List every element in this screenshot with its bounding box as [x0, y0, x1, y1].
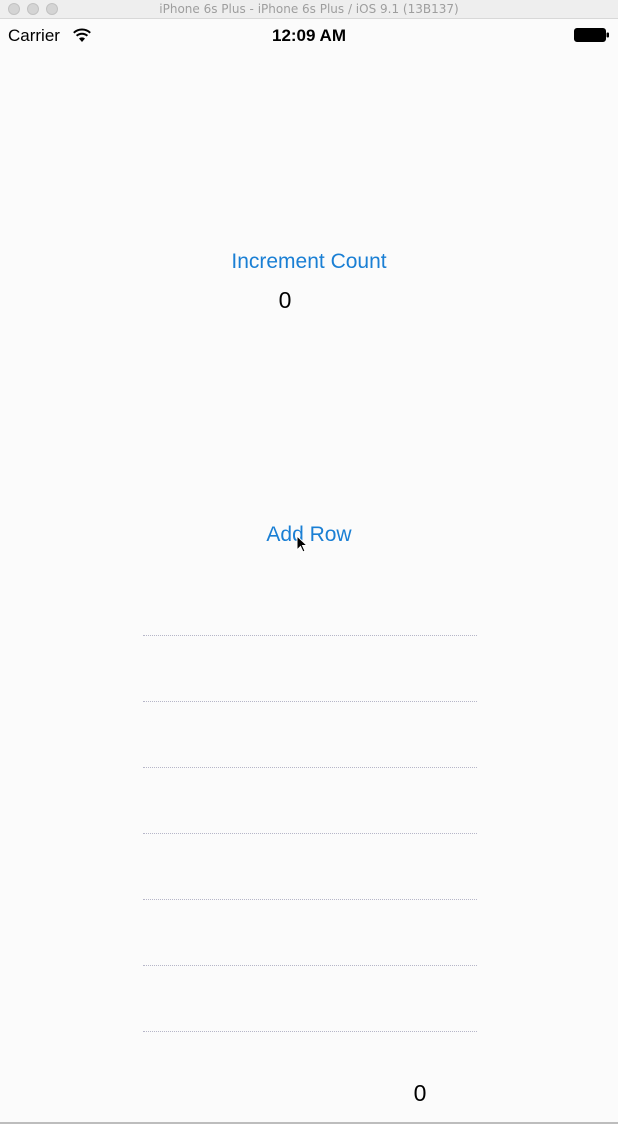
- rows-table[interactable]: [143, 570, 477, 1070]
- table-row-separator: [143, 965, 477, 966]
- table-row-separator: [143, 767, 477, 768]
- window-title-bar: iPhone 6s Plus - iPhone 6s Plus / iOS 9.…: [0, 0, 618, 19]
- battery-icon: [574, 28, 609, 42]
- simulator-window: iPhone 6s Plus - iPhone 6s Plus / iOS 9.…: [0, 0, 618, 1124]
- status-time: 12:09 AM: [271, 26, 346, 45]
- mouse-pointer-icon: [296, 535, 308, 553]
- table-row-separator: [143, 899, 477, 900]
- bottom-count-label: 0: [413, 1080, 427, 1106]
- window-title: iPhone 6s Plus - iPhone 6s Plus / iOS 9.…: [159, 2, 459, 16]
- table-row-separator: [143, 833, 477, 834]
- status-bar: Carrier 12:09 AM: [0, 19, 618, 53]
- table-row-separator: [143, 1031, 477, 1032]
- table-row-separator: [143, 635, 477, 636]
- count-label: 0: [278, 287, 292, 313]
- table-row-separator: [143, 701, 477, 702]
- add-row-button[interactable]: Add Row: [0, 523, 618, 547]
- increment-count-button[interactable]: Increment Count: [0, 250, 618, 274]
